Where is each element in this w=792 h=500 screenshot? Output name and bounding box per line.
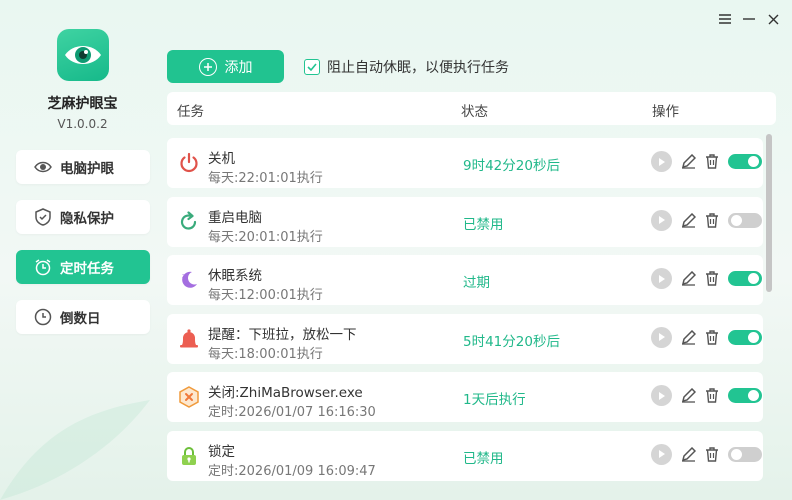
sidebar-item-eye-care[interactable]: 电脑护眼 [16,150,150,184]
close-icon[interactable] [766,10,780,28]
app-logo [57,29,109,81]
app-name: 芝麻护眼宝 [47,96,118,112]
close-app-icon [178,386,200,408]
sidebar: 芝麻护眼宝 V1.0.0.2 电脑护眼 隐私保护 定时任务 倒数日 [0,0,165,500]
task-actions [651,385,762,406]
task-title: 关闭:ZhiMaBrowser.exe [208,385,363,401]
task-status: 9时42分20秒后 [463,158,560,174]
task-status: 已禁用 [463,216,504,233]
prevent-sleep-option[interactable]: 阻止自动休眠，以便执行任务 [304,57,509,77]
task-schedule: 定时:2026/01/07 16:16:30 [208,405,376,420]
sidebar-item-scheduled-tasks[interactable]: 定时任务 [16,250,150,284]
task-actions [651,151,762,172]
minimize-icon[interactable] [742,10,756,28]
task-schedule: 定时:2026/01/09 16:09:47 [208,463,376,479]
task-actions [651,443,762,465]
task-enable-toggle[interactable] [728,271,762,286]
power-icon [178,152,200,174]
edit-icon[interactable] [680,154,696,170]
add-task-label: 添加 [224,59,253,76]
sidebar-item-privacy[interactable]: 隐私保护 [16,200,150,234]
task-status: 已禁用 [463,450,504,467]
task-title: 关机 [208,151,235,167]
task-enable-toggle[interactable] [728,329,762,345]
task-title: 提醒：下班拉，放松一下 [208,326,357,343]
edit-icon[interactable] [680,212,696,228]
sidebar-nav: 电脑护眼 隐私保护 定时任务 倒数日 [16,150,150,350]
delete-icon[interactable] [704,154,720,170]
task-table-header: 任务 状态 操作 [167,92,776,125]
run-now-button[interactable] [651,151,672,172]
run-now-button[interactable] [651,326,672,348]
run-now-button[interactable] [651,268,672,289]
task-row: 关机 每天:22:01:01执行 9时42分20秒后 [167,138,763,188]
delete-icon[interactable] [704,446,720,462]
run-now-button[interactable] [651,385,672,406]
task-enable-toggle[interactable] [728,446,762,462]
task-schedule: 每天:22:01:01执行 [208,171,323,186]
edit-icon[interactable] [680,446,696,462]
plus-icon [198,57,217,76]
task-actions [651,326,762,348]
task-title: 锁定 [208,443,235,460]
delete-icon[interactable] [704,388,720,404]
task-status: 5时41分20秒后 [463,333,560,350]
edit-icon[interactable] [680,388,696,404]
edit-icon[interactable] [680,329,696,345]
task-status: 过期 [463,275,490,291]
svg-text:z: z [182,273,185,280]
column-header-status: 状态 [461,104,488,120]
task-status: 1天后执行 [463,392,526,408]
delete-icon[interactable] [704,271,720,287]
task-title: 重启电脑 [208,209,262,226]
task-schedule: 每天:18:00:01执行 [208,346,323,362]
restart-icon [178,210,200,233]
sidebar-item-label: 定时任务 [60,261,114,277]
sidebar-item-label: 隐私保护 [60,211,114,227]
task-actions [651,209,762,231]
alarm-clock-icon [34,258,52,276]
delete-icon[interactable] [704,212,720,228]
edit-icon[interactable] [680,271,696,287]
sidebar-item-countdown[interactable]: 倒数日 [16,300,150,334]
task-actions [651,268,762,289]
clock-icon [34,308,52,326]
task-schedule: 每天:12:00:01执行 [208,288,323,303]
run-now-button[interactable] [651,209,672,231]
prevent-sleep-checkbox[interactable] [304,59,320,75]
task-row: 关闭:ZhiMaBrowser.exe 定时:2026/01/07 16:16:… [167,372,763,422]
app-version: V1.0.0.2 [57,117,108,131]
task-schedule: 每天:20:01:01执行 [208,229,323,245]
add-task-button[interactable]: 添加 [167,50,284,83]
moon-icon: z [178,269,200,291]
column-header-task: 任务 [177,104,204,120]
sidebar-item-label: 倒数日 [60,311,101,327]
task-enable-toggle[interactable] [728,154,762,169]
task-enable-toggle[interactable] [728,388,762,403]
eye-icon [34,158,52,176]
task-list: 关机 每天:22:01:01执行 9时42分20秒后 重启电脑 每天:20:01… [167,138,763,489]
task-enable-toggle[interactable] [728,212,762,228]
column-header-action: 操作 [652,104,679,120]
run-now-button[interactable] [651,443,672,465]
task-row: 锁定 定时:2026/01/09 16:09:47 已禁用 [167,430,763,481]
task-list-scrollbar[interactable] [766,134,772,292]
decorative-leaf [0,400,150,500]
bell-icon [178,328,200,350]
task-row: 提醒：下班拉，放松一下 每天:18:00:01执行 5时41分20秒后 [167,313,763,364]
task-row: 重启电脑 每天:20:01:01执行 已禁用 [167,196,763,247]
lock-icon [178,445,200,467]
delete-icon[interactable] [704,329,720,345]
sidebar-item-label: 电脑护眼 [60,161,114,177]
shield-icon [34,208,52,226]
prevent-sleep-label: 阻止自动休眠，以便执行任务 [327,60,509,76]
task-title: 休眠系统 [208,268,262,284]
task-row: z 休眠系统 每天:12:00:01执行 过期 [167,255,763,305]
window-controls [718,10,780,28]
menu-icon[interactable] [718,10,732,28]
